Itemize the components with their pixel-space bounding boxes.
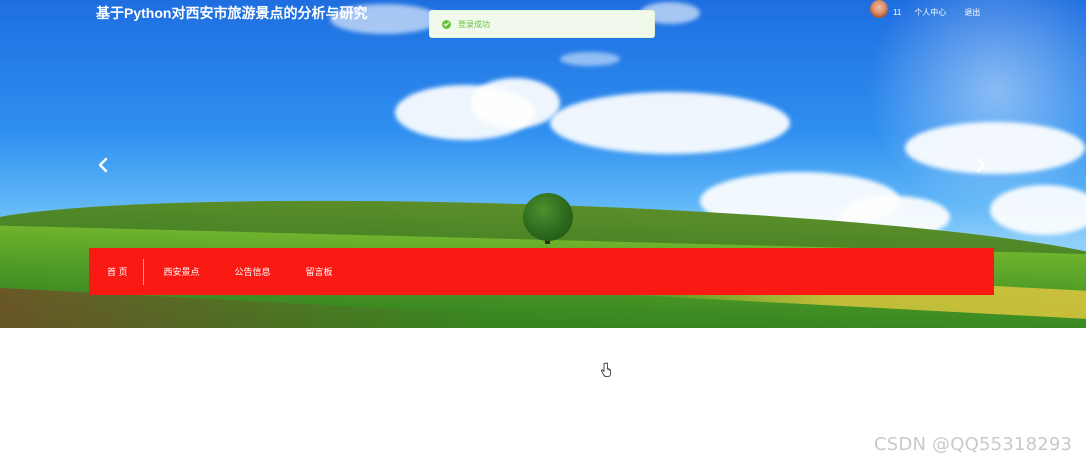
cloud bbox=[470, 78, 560, 128]
chevron-right-icon bbox=[976, 157, 986, 173]
user-bar: 11 个人中心 退出 bbox=[870, 0, 980, 24]
site-title: 基于Python对西安市旅游景点的分析与研究 bbox=[96, 5, 368, 21]
cloud bbox=[550, 92, 790, 154]
cloud bbox=[560, 52, 620, 66]
watermark: CSDN @QQ55318293 bbox=[874, 434, 1073, 455]
nav-divider bbox=[142, 258, 144, 285]
cloud bbox=[905, 122, 1085, 174]
carousel-prev-button[interactable] bbox=[94, 156, 112, 174]
cloud bbox=[990, 185, 1086, 235]
nav-item-announcements[interactable]: 公告信息 bbox=[235, 265, 271, 278]
carousel-next-button[interactable] bbox=[972, 156, 990, 174]
personal-center-link[interactable]: 个人中心 bbox=[914, 7, 946, 18]
nav-item-home[interactable]: 首 页 bbox=[107, 265, 128, 278]
logout-link[interactable]: 退出 bbox=[964, 7, 980, 18]
success-toast: 登录成功 bbox=[429, 10, 655, 38]
nav-item-message-board[interactable]: 留言板 bbox=[306, 265, 333, 278]
toast-message: 登录成功 bbox=[458, 19, 490, 29]
check-circle-icon bbox=[442, 19, 451, 29]
main-nav: 首 页 西安景点 公告信息 留言板 bbox=[89, 248, 994, 295]
hand-cursor-icon bbox=[600, 362, 612, 378]
avatar[interactable] bbox=[870, 0, 888, 18]
chevron-left-icon bbox=[98, 157, 108, 173]
username: 11 bbox=[893, 7, 902, 17]
nav-item-xian-attractions[interactable]: 西安景点 bbox=[164, 265, 200, 278]
tree-icon bbox=[523, 193, 573, 241]
